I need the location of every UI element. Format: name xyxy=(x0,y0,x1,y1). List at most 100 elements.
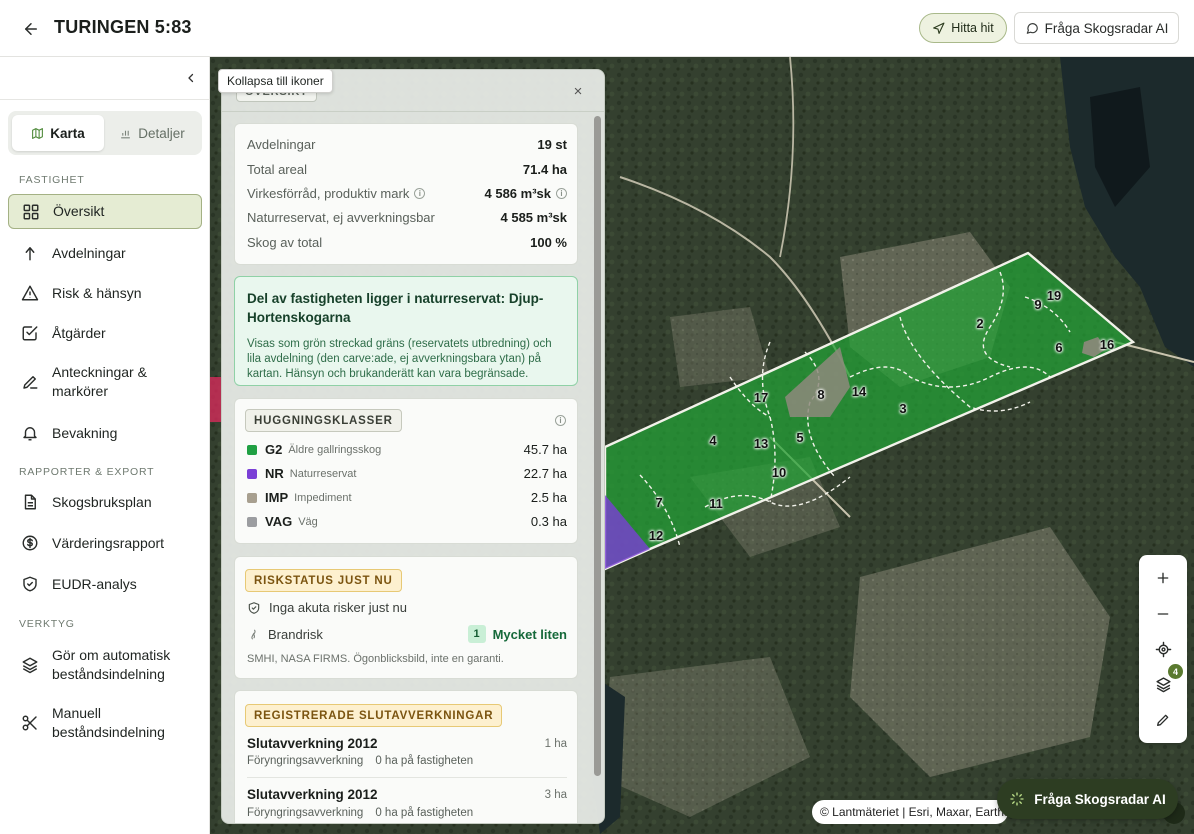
riskstatus-card: RISKSTATUS JUST NU Inga akuta risker jus… xyxy=(234,556,578,679)
chat-bubble-icon xyxy=(1026,23,1038,34)
tab-karta-label: Karta xyxy=(50,125,85,141)
risk-none-row: Inga akuta risker just nu xyxy=(247,600,567,615)
stat-value: 71.4 ha xyxy=(522,162,567,177)
info-icon[interactable]: i xyxy=(556,188,567,199)
sidebar-item-label-line2: beståndsindelning xyxy=(52,724,165,740)
sidebar-item-label: Gör om automatisk beståndsindelning xyxy=(52,646,170,684)
sidebar-item-manuell-indelning[interactable]: Manuell beståndsindelning xyxy=(8,703,202,743)
sidebar-item-label: Bevakning xyxy=(52,424,118,441)
sidebar-item-automatisk-indelning[interactable]: Gör om automatisk beståndsindelning xyxy=(8,645,202,685)
fraga-ai-button[interactable]: Fråga Skogsradar AI xyxy=(1014,12,1179,44)
locate-button[interactable] xyxy=(1151,637,1175,661)
divider xyxy=(247,777,567,778)
plus-icon xyxy=(1157,572,1169,584)
class-row-g2: G2 Äldre gallringsskog 45.7 ha xyxy=(247,442,567,457)
sidebar-item-anteckningar[interactable]: Anteckningar & markörer xyxy=(8,362,202,402)
sidebar-item-label-line1: Anteckningar & xyxy=(52,364,147,380)
sidebar-item-eudr[interactable]: EUDR-analys xyxy=(8,569,202,599)
stand-label-13[interactable]: 13 xyxy=(751,436,771,451)
class-code: IMP xyxy=(265,490,289,505)
close-panel-button[interactable]: × xyxy=(569,82,587,100)
sparkle-loader-icon xyxy=(1010,792,1024,806)
brandrisk-row: Brandrisk 1 Mycket liten xyxy=(247,625,567,643)
layers-icon xyxy=(1155,676,1171,692)
bar-chart-icon xyxy=(121,130,131,138)
brandrisk-level: 1 Mycket liten xyxy=(467,625,567,643)
sidebar-item-label: EUDR-analys xyxy=(52,575,137,592)
navigation-icon xyxy=(933,22,945,34)
sidebar-item-risk[interactable]: Risk & hänsyn xyxy=(8,278,202,308)
slutavverkning-area: 1 ha xyxy=(544,738,567,750)
dollar-icon xyxy=(8,534,52,552)
huggningsklasser-card: HUGGNINGSKLASSER i G2 Äldre gallringssko… xyxy=(234,398,578,544)
sidebar-item-label-line1: Manuell xyxy=(52,705,102,721)
arrow-left-icon xyxy=(25,23,37,35)
color-swatch xyxy=(247,492,257,503)
stand-label-3[interactable]: 3 xyxy=(893,401,913,416)
stand-label-4[interactable]: 4 xyxy=(703,433,723,448)
class-row-imp: IMP Impediment 2.5 ha xyxy=(247,490,567,505)
sidebar-item-label: Översikt xyxy=(53,203,105,219)
zoom-out-button[interactable] xyxy=(1151,602,1175,626)
pencil-icon xyxy=(1157,714,1169,726)
fraga-ai-label: Fråga Skogsradar AI xyxy=(1044,20,1169,36)
stand-label-12[interactable]: 12 xyxy=(646,528,666,543)
sidebar-item-label: Manuell beståndsindelning xyxy=(52,704,165,742)
slutavverkning-title[interactable]: Slutavverkning 2012 xyxy=(247,736,378,751)
class-row-nr: NR Naturreservat 22.7 ha xyxy=(247,466,567,481)
stand-label-7[interactable]: 7 xyxy=(649,495,669,510)
slutavverkning-title[interactable]: Slutavverkning 2012 xyxy=(247,787,378,802)
stat-key-text: Virkesförråd, produktiv mark xyxy=(247,186,410,201)
sidebar-item-atgarder[interactable]: Åtgärder xyxy=(8,318,202,348)
stand-label-14[interactable]: 14 xyxy=(849,384,869,399)
sidebar-item-label: Skogsbruksplan xyxy=(52,493,152,510)
color-swatch xyxy=(247,468,257,479)
huggningsklasser-title: HUGGNINGSKLASSER xyxy=(245,409,402,432)
stat-row: Naturreservat, ej avverkningsbar 4 585 m… xyxy=(247,210,567,225)
stat-value-text: 4 586 m³sk xyxy=(484,186,552,201)
zoom-in-button[interactable] xyxy=(1151,566,1175,590)
stand-label-8[interactable]: 8 xyxy=(811,387,831,402)
slutavverkning-type: Föryngringsavverkning xyxy=(247,755,364,767)
naturreservat-title: Del av fastigheten ligger i naturreserva… xyxy=(247,291,544,325)
map-attribution[interactable]: © Lantmäteriet | Esri, Maxar, Earthstar xyxy=(812,800,1008,824)
stand-label-2[interactable]: 2 xyxy=(970,316,990,331)
sidebar-item-avdelningar[interactable]: Avdelningar xyxy=(8,238,202,268)
info-icon[interactable]: i xyxy=(414,188,426,199)
stand-label-10[interactable]: 10 xyxy=(769,465,789,480)
brandrisk-level-text: Mycket liten xyxy=(492,626,567,642)
map-icon xyxy=(32,127,44,139)
sidebar-item-skogsbruksplan[interactable]: Skogsbruksplan xyxy=(8,487,202,517)
sidebar-item-bevakning[interactable]: Bevakning xyxy=(8,418,202,448)
ask-ai-floating-button[interactable]: Fråga Skogsradar AI xyxy=(997,779,1178,819)
hitta-hit-button[interactable]: Hitta hit xyxy=(919,13,1007,43)
flame-icon xyxy=(251,629,256,639)
stand-label-19[interactable]: 19 xyxy=(1044,288,1064,303)
collapse-sidebar-button[interactable] xyxy=(183,70,199,86)
back-button[interactable] xyxy=(18,16,44,42)
stat-value: 100 % xyxy=(530,235,567,250)
layers-icon xyxy=(8,656,52,674)
tab-karta[interactable]: Karta xyxy=(12,115,104,151)
stand-label-16[interactable]: 16 xyxy=(1097,337,1117,352)
document-icon xyxy=(8,493,52,511)
stat-row: Total areal 71.4 ha xyxy=(247,162,567,177)
stand-label-5[interactable]: 5 xyxy=(790,430,810,445)
stand-label-17[interactable]: 17 xyxy=(751,390,771,405)
stand-label-11[interactable]: 11 xyxy=(706,496,726,511)
section-label-fastighet: FASTIGHET xyxy=(19,174,85,186)
sidebar-item-varderingsrapport[interactable]: Värderingsrapport xyxy=(8,528,202,558)
scrollbar-thumb[interactable] xyxy=(594,116,601,776)
risk-none-text: Inga akuta risker just nu xyxy=(269,600,408,615)
section-label-verktyg: VERKTYG xyxy=(19,618,75,630)
sidebar-item-label: Åtgärder xyxy=(52,324,106,341)
sidebar-item-oversikt[interactable]: Översikt xyxy=(8,194,202,229)
pencil-icon xyxy=(8,373,52,391)
tree-icon xyxy=(8,244,52,262)
tab-detaljer[interactable]: Detaljer xyxy=(106,115,198,151)
view-toggle: Karta Detaljer xyxy=(8,111,202,155)
stand-label-6[interactable]: 6 xyxy=(1049,340,1069,355)
panel-scrollbar[interactable] xyxy=(593,114,602,818)
info-icon[interactable]: i xyxy=(555,415,566,426)
draw-button[interactable] xyxy=(1151,708,1175,732)
